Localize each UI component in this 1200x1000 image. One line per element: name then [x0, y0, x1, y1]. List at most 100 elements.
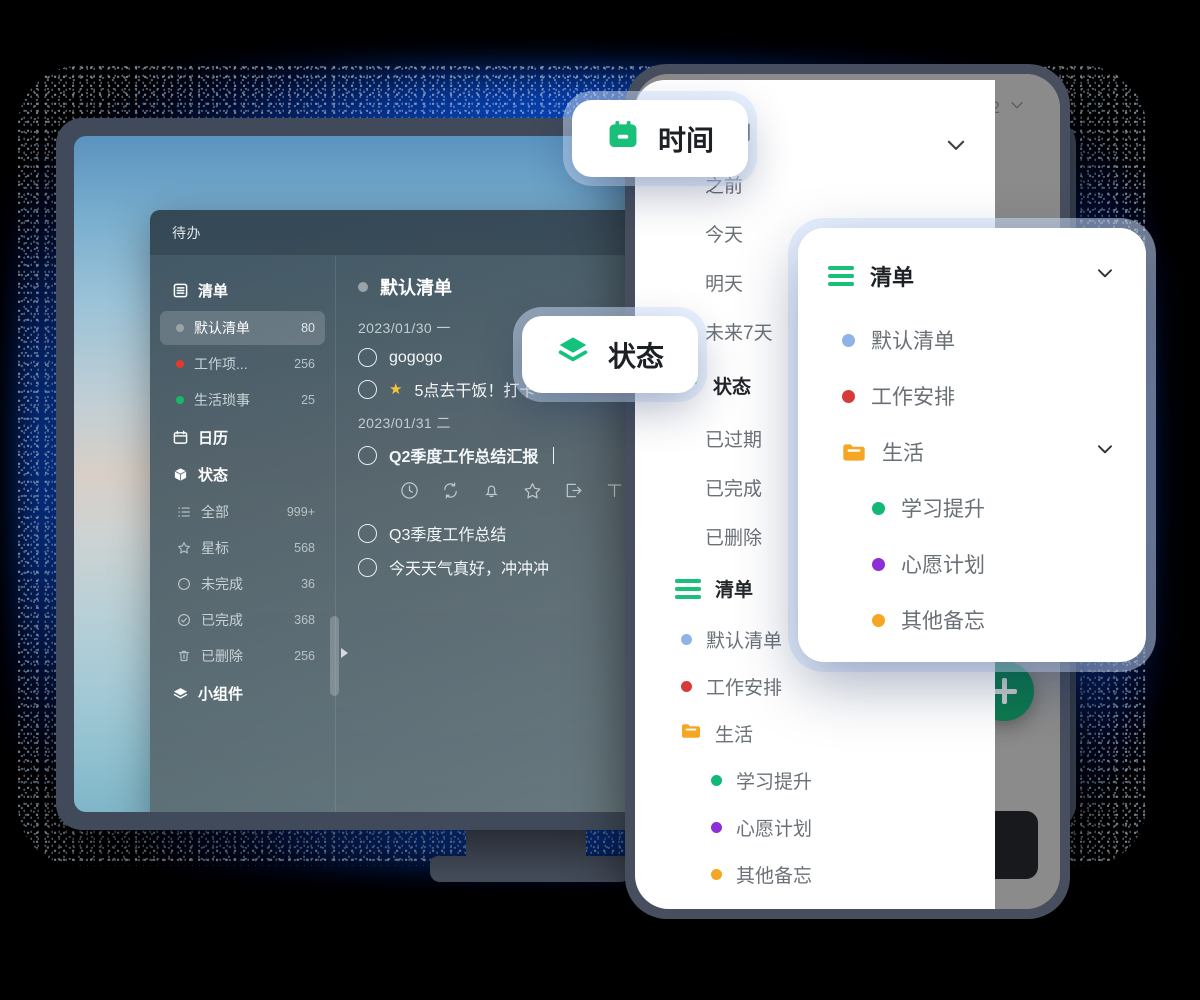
- lists-popover-card: 清单 默认清单 工作安排 生活 学习提升 心愿计划 其他备忘: [798, 228, 1146, 662]
- sheet-list-other[interactable]: 其他备忘: [635, 851, 995, 898]
- clock-icon[interactable]: [400, 481, 419, 505]
- task-title: Q2季度工作总结汇报: [389, 449, 539, 466]
- sidebar-collapse-arrow-icon[interactable]: [341, 648, 348, 658]
- trash-icon: [176, 649, 191, 664]
- hamburger-icon: [675, 578, 701, 599]
- pill-time[interactable]: 时间: [572, 100, 749, 177]
- pill-label: 时间: [658, 124, 715, 156]
- star-icon: ★: [389, 381, 403, 398]
- sidebar-item-completed[interactable]: 已完成 368: [160, 603, 325, 637]
- sidebar-item-deleted[interactable]: 已删除 256: [160, 639, 325, 673]
- calendar-icon: [172, 430, 188, 446]
- sheet-group-label: 清单: [715, 580, 754, 601]
- sheet-folder-life[interactable]: 生活: [635, 710, 995, 757]
- popover-list-label: 其他备忘: [901, 610, 985, 633]
- chevron-down-icon[interactable]: [1094, 438, 1116, 466]
- bullet-list-icon: [176, 505, 191, 520]
- repeat-icon[interactable]: [441, 481, 460, 505]
- folder-icon: [842, 443, 866, 462]
- popover-list-default[interactable]: 默认清单: [798, 312, 1146, 368]
- popover-title: 清单: [870, 265, 915, 290]
- sheet-collapse-chevron-icon[interactable]: [943, 132, 969, 163]
- sheet-list-wish[interactable]: 心愿计划: [635, 804, 995, 851]
- sidebar-item-label: 生活琐事: [194, 392, 250, 408]
- popover-header[interactable]: 清单: [798, 254, 1146, 312]
- sheet-list-label: 工作安排: [706, 678, 783, 699]
- popover-folder-life[interactable]: 生活: [798, 424, 1146, 480]
- sidebar-item-label: 已完成: [201, 612, 243, 628]
- list-color-dot: [872, 557, 885, 571]
- sheet-list-label: 生活: [715, 725, 754, 746]
- chevron-down-icon[interactable]: [1094, 262, 1116, 290]
- sidebar-item-all[interactable]: 全部 999+: [160, 495, 325, 529]
- sidebar-item-label: 星标: [201, 540, 229, 556]
- sheet-list-label: 默认清单: [706, 631, 783, 652]
- list-color-dot: [872, 501, 885, 515]
- list-color-dot: [176, 396, 184, 404]
- text-format-icon[interactable]: [605, 481, 624, 505]
- list-color-dot: [711, 822, 722, 833]
- sidebar-item-count: 25: [301, 393, 315, 407]
- pill-state[interactable]: 状态: [522, 316, 699, 393]
- sidebar-item-label: 全部: [201, 504, 229, 520]
- popover-list-label: 心愿计划: [901, 554, 985, 577]
- list-color-dot: [358, 282, 368, 292]
- sheet-list-label: 学习提升: [736, 772, 813, 793]
- chevron-down-icon: [1008, 96, 1026, 119]
- popover-list-label: 学习提升: [901, 498, 985, 521]
- sidebar-item-count: 36: [301, 577, 315, 591]
- sidebar-section-label: 小组件: [198, 686, 244, 703]
- task-checkbox[interactable]: [358, 523, 377, 543]
- sheet-list-work[interactable]: 工作安排: [635, 663, 995, 710]
- sheet-list-label: 其他备忘: [736, 866, 813, 887]
- sidebar-item-work[interactable]: 工作项... 256: [160, 347, 325, 381]
- calendar-icon: [606, 118, 640, 159]
- app-title: 待办: [172, 224, 201, 241]
- state-icon: [556, 334, 590, 375]
- sidebar-section-status[interactable]: 状态: [150, 456, 335, 493]
- task-checkbox[interactable]: [358, 379, 377, 399]
- pill-label: 状态: [608, 340, 665, 372]
- popover-list-label: 默认清单: [871, 330, 955, 353]
- screenshot-root: 待办 清单 默认清单 80 工作项... 256 生活琐事 25 日历 状态 全…: [0, 0, 1200, 1000]
- sidebar-item-life[interactable]: 生活琐事 25: [160, 383, 325, 417]
- sheet-list-study[interactable]: 学习提升: [635, 757, 995, 804]
- popover-list-other[interactable]: 其他备忘: [798, 592, 1146, 648]
- sidebar-section-widgets[interactable]: 小组件: [150, 675, 335, 712]
- monitor-stand-base: [430, 856, 630, 882]
- move-to-icon[interactable]: [564, 481, 583, 505]
- list-color-dot: [681, 634, 692, 645]
- new-list-button[interactable]: 新建清单: [635, 898, 995, 909]
- popover-list-label: 工作安排: [871, 386, 955, 409]
- sheet-group-label: 状态: [713, 376, 752, 398]
- phone-count-selector[interactable]: 2: [991, 96, 1026, 119]
- sidebar-item-incomplete[interactable]: 未完成 36: [160, 567, 325, 601]
- sidebar-item-starred[interactable]: 星标 568: [160, 531, 325, 565]
- task-title: gogogo: [389, 348, 443, 366]
- sidebar-scrollbar[interactable]: [330, 616, 339, 696]
- popover-list-study[interactable]: 学习提升: [798, 480, 1146, 536]
- sidebar-item-count: 80: [301, 321, 315, 335]
- sidebar-item-default-list[interactable]: 默认清单 80: [160, 311, 325, 345]
- sidebar-item-label: 已删除: [201, 648, 243, 664]
- sidebar-section-calendar[interactable]: 日历: [150, 419, 335, 456]
- list-icon: [172, 283, 188, 299]
- bell-icon[interactable]: [482, 481, 501, 505]
- task-checkbox[interactable]: [358, 557, 377, 577]
- popover-list-work[interactable]: 工作安排: [798, 368, 1146, 424]
- list-color-dot: [176, 360, 184, 368]
- task-title: 5点去干饭！打卡: [414, 383, 536, 400]
- list-color-dot: [681, 681, 692, 692]
- sidebar-section-label: 清单: [198, 283, 229, 300]
- task-checkbox[interactable]: [358, 348, 377, 367]
- sidebar-section-label: 日历: [198, 430, 229, 447]
- task-title: 今天天气真好，冲冲冲: [389, 561, 550, 578]
- sidebar-item-count: 368: [294, 613, 315, 627]
- popover-list-wish[interactable]: 心愿计划: [798, 536, 1146, 592]
- sidebar-section-lists[interactable]: 清单: [150, 272, 335, 309]
- task-checkbox[interactable]: [358, 445, 377, 465]
- check-circle-icon: [176, 613, 191, 628]
- list-color-dot: [176, 324, 184, 332]
- sidebar-item-count: 568: [294, 541, 315, 555]
- star-icon[interactable]: [523, 481, 542, 505]
